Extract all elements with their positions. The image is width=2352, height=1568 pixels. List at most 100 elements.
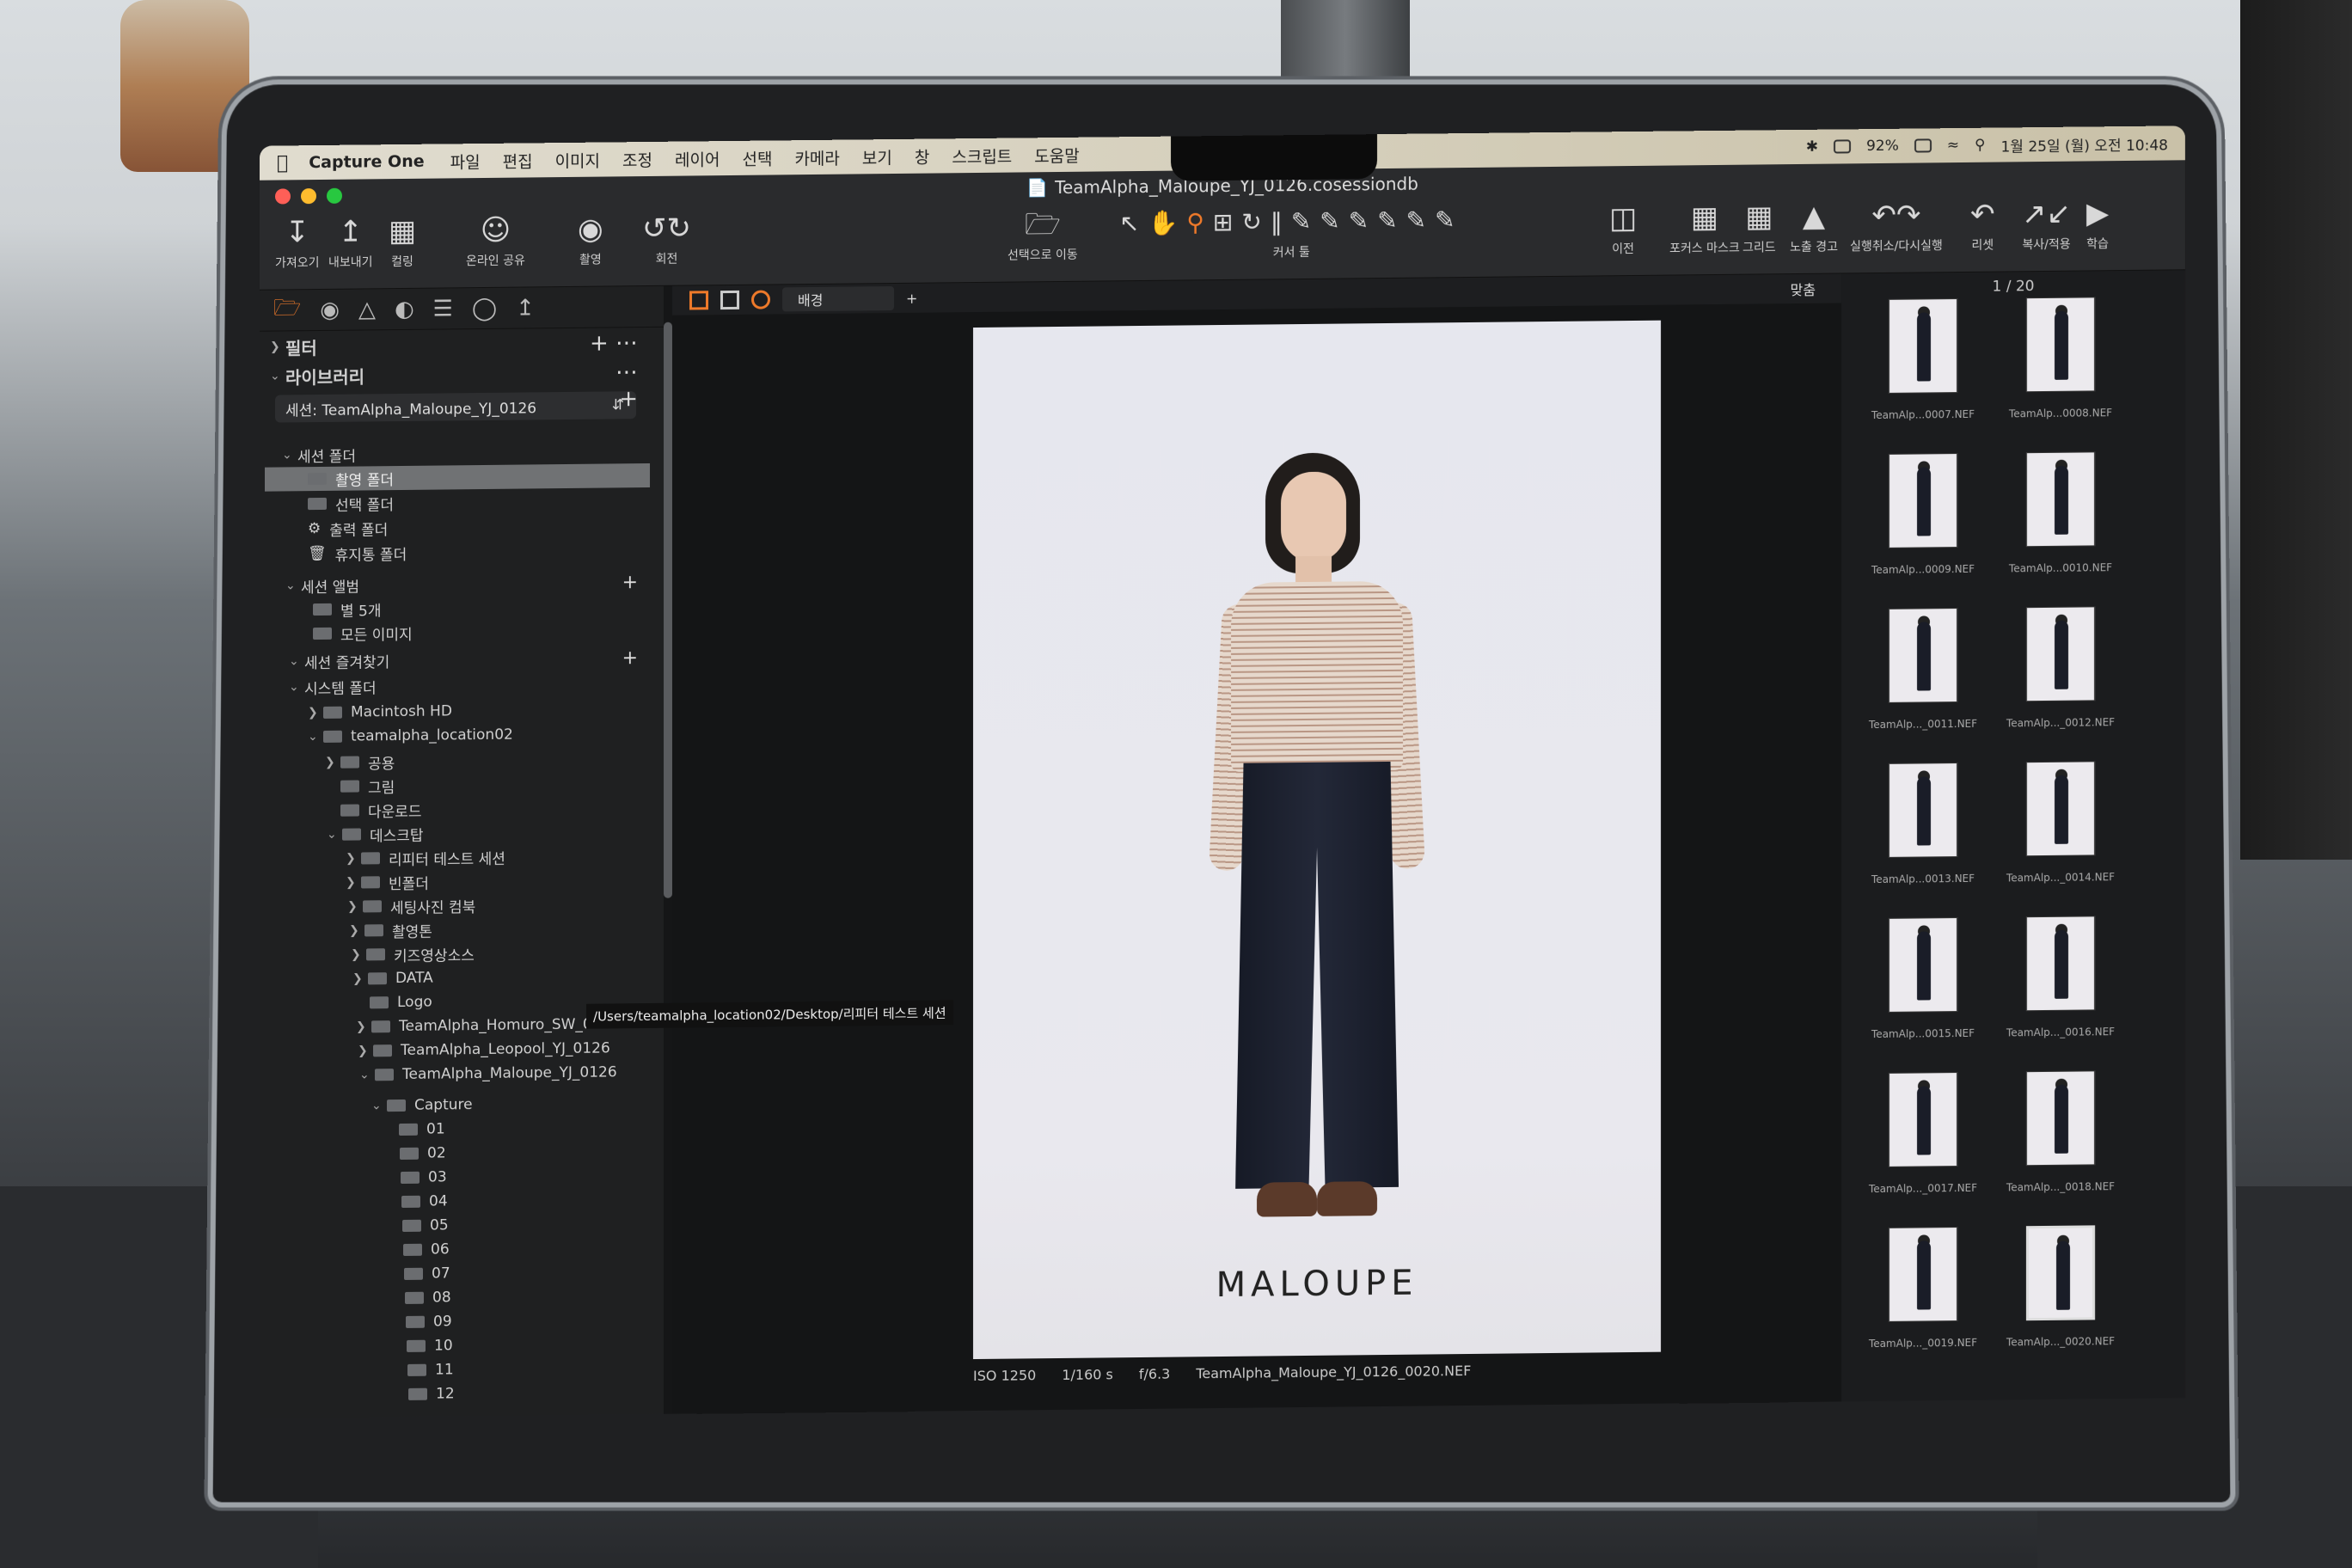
menu-window[interactable]: 창 xyxy=(915,144,929,168)
rotate-button[interactable]: ↺↻ 회전 xyxy=(642,211,691,267)
trash-folder-item[interactable]: 🗑 휴지통 폴더 xyxy=(260,538,664,567)
exposure-warning-button[interactable]: ▲ 노출 경고 xyxy=(1790,199,1838,256)
thumbnail[interactable]: TeamAlp...0015.NEF xyxy=(1859,917,1988,1057)
single-view-icon[interactable] xyxy=(720,290,739,310)
cursor-tools-icons[interactable]: ↖✋⚲⊞↻‖✎✎✎✎✎✎ xyxy=(1119,205,1464,238)
menu-script[interactable]: 스크립트 xyxy=(952,144,1012,168)
thumbnail[interactable]: TeamAlp..._0018.NEF xyxy=(1996,1070,2125,1210)
adjust-tab-icon[interactable]: ☰ xyxy=(433,296,453,322)
thumbnail[interactable]: TeamAlp..._0016.NEF xyxy=(1996,916,2125,1055)
thumbnail[interactable]: TeamAlp...0007.NEF xyxy=(1859,298,1988,438)
close-window-button[interactable] xyxy=(275,188,291,205)
compare-view-icon[interactable] xyxy=(751,290,770,309)
menu-select[interactable]: 선택 xyxy=(742,146,772,169)
thumbnail-selected[interactable]: TeamAlp..._0020.NEF xyxy=(1996,1225,2125,1364)
menu-file[interactable]: 파일 xyxy=(450,150,481,173)
favorites-header[interactable]: ⌄ 세션 즐겨찾기 + xyxy=(260,646,664,674)
thumbnail[interactable]: TeamAlp...0010.NEF xyxy=(1996,451,2125,591)
menu-image[interactable]: 이미지 xyxy=(555,148,600,172)
menu-edit[interactable]: 편집 xyxy=(503,149,533,172)
filter-section[interactable]: ❯ 필터 + ⋯ xyxy=(260,330,664,359)
library-scrollbar[interactable] xyxy=(664,322,672,898)
system-folders-header[interactable]: ⌄ 시스템 폴더 xyxy=(260,671,664,700)
zoom-window-button[interactable] xyxy=(327,187,342,204)
tree-capture-sub[interactable]: 12 xyxy=(260,1380,664,1408)
folder-icon xyxy=(400,1147,419,1161)
shutter-value: 1/160 s xyxy=(1062,1366,1113,1383)
menu-camera[interactable]: 카메라 xyxy=(794,145,839,169)
add-session-icon[interactable]: + xyxy=(619,386,638,412)
album-all-images[interactable]: 모든 이미지 xyxy=(260,618,664,646)
move-to-select-button[interactable]: 🗁 선택으로 이동 xyxy=(1008,207,1078,264)
app-menu[interactable]: Capture One xyxy=(309,152,424,172)
bluetooth-icon[interactable]: ✱ xyxy=(1806,138,1818,156)
copy-apply-button[interactable]: ↗↙ 복사/적용 xyxy=(2022,197,2071,254)
trash-icon: 🗑 xyxy=(308,544,327,563)
iso-value: ISO 1250 xyxy=(973,1367,1037,1385)
grid-view-icon[interactable] xyxy=(689,291,708,310)
reset-button[interactable]: ↶ 리셋 xyxy=(1970,198,1995,254)
folder-icon xyxy=(401,1171,420,1185)
capture-folder-item[interactable]: 촬영 폴더 xyxy=(265,462,650,492)
capture-tab-icon[interactable]: ◉ xyxy=(320,297,340,322)
share-online-button[interactable]: ☺ 온라인 공유 xyxy=(466,213,525,269)
session-select[interactable]: 세션: TeamAlpha_Maloupe_YJ_0126 ⇵ xyxy=(275,391,636,423)
menu-help[interactable]: 도움말 xyxy=(1034,143,1079,167)
selects-folder-item[interactable]: 선택 폴더 xyxy=(260,488,664,517)
folder-icon xyxy=(404,1267,423,1280)
add-icon[interactable]: + xyxy=(906,290,917,306)
tool-tabs: 🗁 ◉ △ ◐ ☰ ◯ ↥ xyxy=(260,285,664,332)
thumbnail[interactable]: TeamAlp...0013.NEF xyxy=(1859,763,1988,902)
output-tab-icon[interactable]: ↥ xyxy=(516,295,535,321)
thumbnail[interactable]: TeamAlp...0008.NEF xyxy=(1996,297,2125,436)
menu-layer[interactable]: 레이어 xyxy=(675,147,720,171)
folder-icon xyxy=(399,1123,418,1136)
import-button[interactable]: ↧ 가져오기 xyxy=(275,215,320,272)
input-source-icon[interactable] xyxy=(1833,139,1851,154)
output-folder-item[interactable]: ⚙ 출력 폴더 xyxy=(260,513,664,542)
library-tab-icon[interactable]: 🗁 xyxy=(273,291,301,329)
thumbnail[interactable]: TeamAlp..._0019.NEF xyxy=(1859,1227,1988,1366)
minimize-window-button[interactable] xyxy=(301,188,316,205)
fit-label[interactable]: 맞춤 xyxy=(1791,279,1816,299)
wifi-icon[interactable]: ≈ xyxy=(1947,137,1959,154)
add-filter-icon[interactable]: + ⋯ xyxy=(590,330,638,357)
grid-icon: ▦ xyxy=(1745,199,1773,235)
library-more-icon[interactable]: ⋯ xyxy=(616,359,638,385)
folder-icon xyxy=(366,948,385,961)
menu-view[interactable]: 보기 xyxy=(862,145,892,168)
folder-icon xyxy=(403,1243,422,1256)
apple-icon[interactable]:  xyxy=(277,152,288,174)
detail-tab-icon[interactable]: ◯ xyxy=(472,295,497,321)
thumbnail[interactable]: TeamAlp..._0017.NEF xyxy=(1859,1072,1988,1211)
thumbnail[interactable]: TeamAlp..._0012.NEF xyxy=(1996,606,2125,745)
export-button[interactable]: ↥ 내보내기 xyxy=(328,214,373,271)
search-icon[interactable]: ⚲ xyxy=(1975,137,1985,154)
culling-button[interactable]: ▦ 컬링 xyxy=(389,214,416,270)
tree-user-folder[interactable]: ⌄ teamalpha_location02 xyxy=(260,721,664,750)
color-tab-icon[interactable]: ◐ xyxy=(395,296,414,322)
camera-notch xyxy=(1171,134,1377,181)
learn-button[interactable]: ▶ 학습 xyxy=(2086,196,2109,252)
folder-icon xyxy=(408,1387,427,1400)
grid-button[interactable]: ▦ 그리드 xyxy=(1743,199,1776,255)
library-section[interactable]: ⌄ 라이브러리 ⋯ xyxy=(260,359,664,389)
lens-tab-icon[interactable]: △ xyxy=(358,297,376,322)
thumbnail[interactable]: TeamAlp..._0014.NEF xyxy=(1996,761,2125,900)
thumbnail[interactable]: TeamAlp...0009.NEF xyxy=(1859,453,1988,592)
undo-redo-button[interactable]: ↶↷ 실행취소/다시실행 xyxy=(1850,198,1943,254)
image-counter: 1 / 20 xyxy=(1992,278,2035,296)
menu-adjust[interactable]: 조정 xyxy=(622,147,652,170)
battery-icon[interactable] xyxy=(1914,138,1932,153)
before-button[interactable]: ◫ 이전 xyxy=(1609,201,1637,257)
add-album-icon[interactable]: + xyxy=(622,572,638,593)
folder-icon xyxy=(361,876,380,889)
photo-scene:  Capture One 파일 편집 이미지 조정 레이어 선택 카메라 보기… xyxy=(0,0,2352,1568)
clock[interactable]: 1월 25일 (월) 오전 10:48 xyxy=(2000,132,2168,156)
focus-mask-button[interactable]: ▦ 포커스 마스크 xyxy=(1669,200,1740,257)
add-favorite-icon[interactable]: + xyxy=(622,647,638,669)
tree-desktop-item[interactable]: ⌄ TeamAlpha_Maloupe_YJ_0126 xyxy=(260,1060,664,1088)
thumbnail[interactable]: TeamAlp..._0011.NEF xyxy=(1859,608,1988,747)
capture-button[interactable]: ◉ 촬영 xyxy=(578,212,603,268)
background-select[interactable]: 배경 xyxy=(782,286,894,312)
